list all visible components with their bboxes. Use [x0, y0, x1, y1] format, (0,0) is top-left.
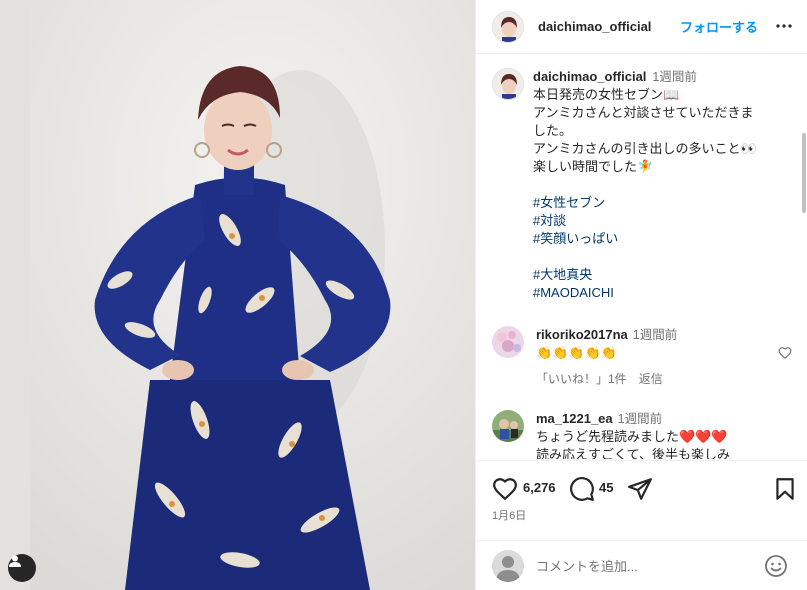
caption-line: アンミカさんの引き出しの多いこと👀 [533, 141, 757, 156]
tagged-user-button[interactable] [8, 554, 36, 582]
caption-username[interactable]: daichimao_official [533, 69, 646, 84]
avatar-image [492, 410, 524, 442]
person-icon [9, 555, 21, 567]
reply-button[interactable]: 返信 [639, 372, 663, 386]
hashtag-link[interactable]: #大地真央 [533, 266, 791, 284]
comment-item: ma_1221_ea 1週間前 ちょうど先程読みました❤️❤️❤️ 読み応えすごく… [492, 410, 792, 459]
current-user-avatar [492, 550, 524, 582]
add-comment-bar [476, 540, 807, 590]
comment-text: ちょうど先程読みました❤️❤️❤️ [536, 429, 728, 444]
comment-body: ma_1221_ea 1週間前 ちょうど先程読みました❤️❤️❤️ 読み応えすごく… [536, 410, 776, 459]
caption-line: 楽しい時間でした🧚 [533, 159, 654, 174]
hashtag-link[interactable]: #対談 [533, 212, 791, 230]
author-avatar[interactable] [492, 10, 524, 43]
post-header: daichimao_official フォローする [476, 0, 807, 54]
comment-time[interactable]: 1週間前 [618, 412, 662, 426]
avatar-image [492, 326, 524, 358]
hashtag-link[interactable]: #女性セブン [533, 194, 791, 212]
comment-likes[interactable]: 「いいね！」1件 [536, 372, 627, 386]
author-username[interactable]: daichimao_official [538, 19, 651, 34]
comment-like-heart-icon[interactable] [778, 346, 792, 360]
post-photo[interactable] [0, 0, 475, 590]
share-paper-plane-icon[interactable] [627, 476, 653, 502]
caption-line: 本日発売の女性セブン📖 [533, 87, 680, 102]
like-heart-icon[interactable] [492, 476, 518, 502]
commenter-avatar[interactable] [492, 410, 524, 442]
commenter-username[interactable]: rikoriko2017na [536, 327, 628, 342]
comment-input[interactable] [536, 555, 756, 577]
comment-body: rikoriko2017na 1週間前 👏👏👏👏👏 「いいね！」1件 返信 [536, 326, 756, 388]
caption-line: アンミカさんと対談させていただきま [533, 105, 754, 120]
post-details-panel: daichimao_official フォローする daichimao_offi… [475, 0, 807, 590]
post-date[interactable]: 1月6日 [492, 507, 526, 523]
commenter-avatar[interactable] [492, 326, 524, 358]
follow-button[interactable]: フォローする [680, 17, 758, 36]
like-count[interactable]: 6,276 [523, 480, 556, 495]
scrollbar[interactable] [801, 58, 807, 456]
comment-bubble-icon[interactable] [569, 476, 595, 502]
hashtag-link[interactable]: #MAODAICHI [533, 284, 791, 302]
comment-item: rikoriko2017na 1週間前 👏👏👏👏👏 「いいね！」1件 返信 [492, 326, 792, 386]
comment-text: 読み応えすごくて、後半も楽しみ [536, 447, 730, 459]
avatar-image [493, 11, 523, 42]
caption-text: daichimao_official 1週間前 本日発売の女性セブン📖 アンミカさ… [533, 68, 791, 302]
photo-illustration [0, 0, 475, 590]
more-options-icon[interactable] [774, 16, 794, 36]
post-actions: 6,276 45 1月6日 [476, 460, 807, 540]
caption-time[interactable]: 1週間前 [652, 70, 696, 84]
scrollbar-thumb[interactable] [802, 133, 806, 213]
comment-count[interactable]: 45 [599, 480, 613, 495]
caption-avatar[interactable] [492, 68, 524, 100]
commenter-username[interactable]: ma_1221_ea [536, 411, 613, 426]
avatar-image [493, 69, 523, 99]
comment-text: 👏👏👏👏👏 [536, 345, 617, 360]
emoji-icon[interactable] [764, 554, 788, 578]
caption-line: した。 [533, 123, 573, 138]
caption: daichimao_official 1週間前 本日発売の女性セブン📖 アンミカさ… [492, 55, 792, 315]
hashtag-link[interactable]: #笑顔いっぱい [533, 230, 791, 248]
save-bookmark-icon[interactable] [772, 476, 798, 502]
comments-scroll-area[interactable]: daichimao_official 1週間前 本日発売の女性セブン📖 アンミカさ… [476, 55, 807, 459]
default-avatar-icon [492, 550, 524, 582]
comment-time[interactable]: 1週間前 [633, 328, 677, 342]
